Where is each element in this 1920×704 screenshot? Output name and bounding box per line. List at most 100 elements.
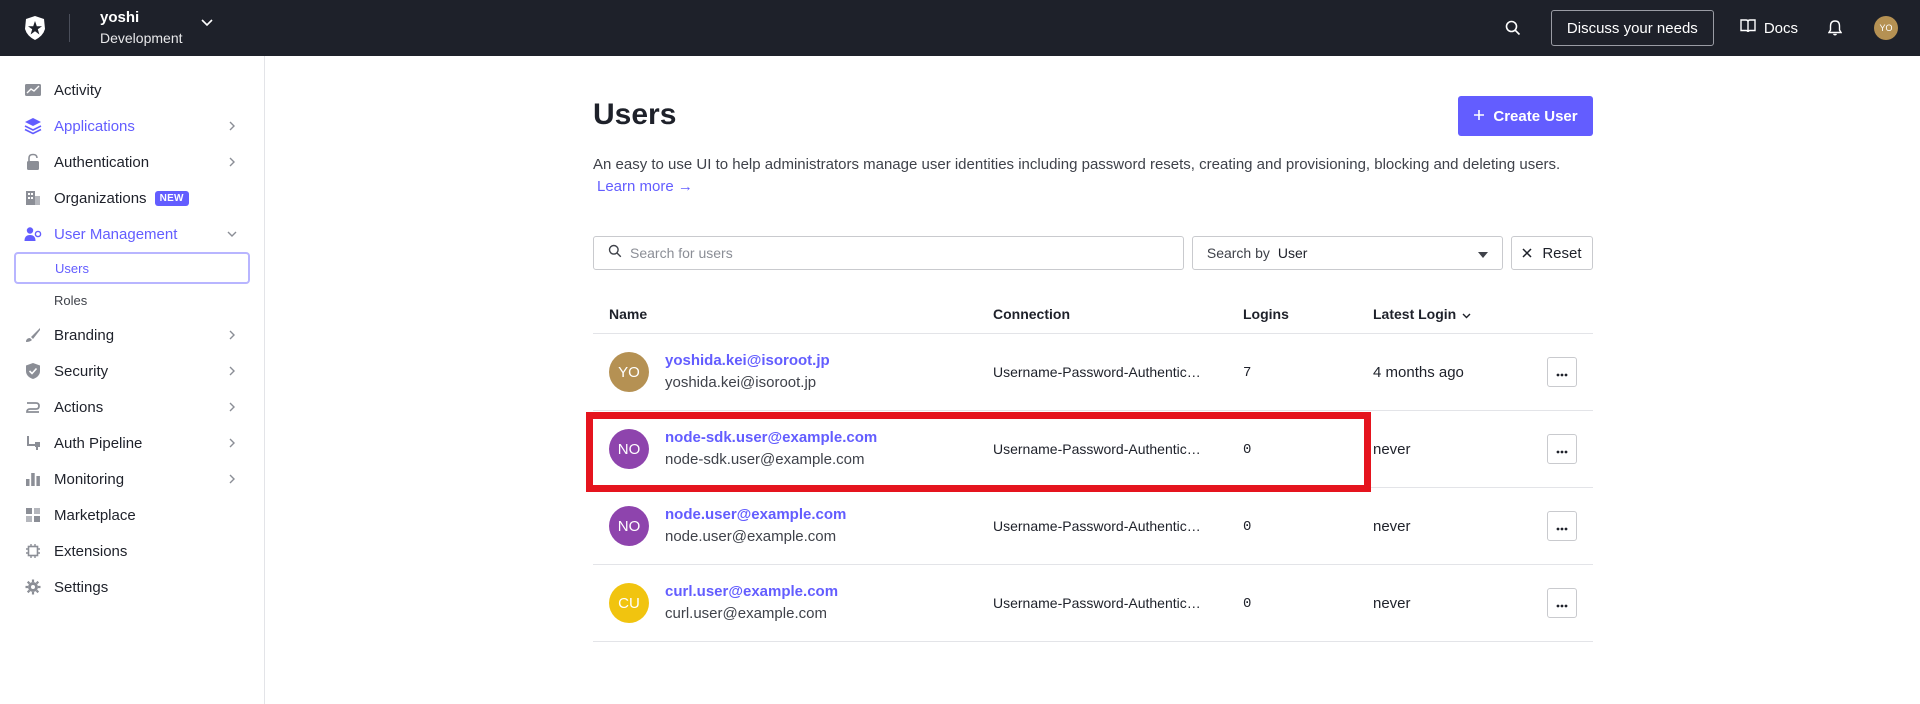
user-email-link[interactable]: node.user@example.com bbox=[665, 504, 846, 526]
caret-down-icon bbox=[1477, 245, 1488, 261]
header-logins: Logins bbox=[1243, 305, 1289, 322]
user-email-secondary: curl.user@example.com bbox=[665, 605, 827, 622]
chevron-right-icon bbox=[226, 329, 238, 341]
sidebar-item-organizations[interactable]: Organizations NEW bbox=[0, 180, 264, 216]
create-user-label: Create User bbox=[1493, 107, 1578, 125]
logins-cell: 0 bbox=[1243, 442, 1252, 458]
chevron-down-icon bbox=[226, 228, 238, 240]
chip-icon bbox=[24, 542, 42, 560]
marketplace-icon bbox=[24, 506, 42, 524]
search-by-select[interactable]: Search by User bbox=[1191, 236, 1503, 270]
table-row[interactable]: YO yoshida.kei@isoroot.jp yoshida.kei@is… bbox=[593, 334, 1593, 411]
page-description: An easy to use UI to help administrators… bbox=[593, 154, 1593, 198]
chevron-right-icon bbox=[226, 437, 238, 449]
users-table: Name Connection Logins Latest Login YO y… bbox=[593, 294, 1593, 642]
user-email-link[interactable]: yoshida.kei@isoroot.jp bbox=[665, 350, 830, 372]
close-icon bbox=[1522, 245, 1532, 262]
latest-login-cell: never bbox=[1373, 517, 1411, 535]
search-box bbox=[593, 236, 1184, 270]
user-email-link[interactable]: curl.user@example.com bbox=[665, 581, 838, 603]
chevron-right-icon bbox=[226, 473, 238, 485]
organizations-icon bbox=[24, 189, 42, 207]
activity-icon bbox=[24, 81, 42, 99]
sidebar-item-monitoring[interactable]: Monitoring bbox=[0, 461, 264, 497]
docs-link[interactable]: Docs bbox=[1740, 19, 1798, 37]
sidebar-item-marketplace[interactable]: Marketplace bbox=[0, 497, 264, 533]
sidebar-subitem-roles[interactable]: Roles bbox=[0, 284, 264, 317]
search-by-label: Search by bbox=[1206, 245, 1270, 261]
more-horizontal-icon bbox=[1556, 364, 1568, 380]
user-email-link[interactable]: node-sdk.user@example.com bbox=[665, 427, 877, 449]
reset-label: Reset bbox=[1542, 244, 1582, 262]
brush-icon bbox=[24, 326, 42, 344]
sidebar-subitem-users[interactable]: Users bbox=[14, 252, 250, 284]
bell-icon[interactable] bbox=[1828, 20, 1842, 36]
chevron-down-icon bbox=[1462, 306, 1471, 322]
plus-icon bbox=[1473, 108, 1485, 125]
tenant-selector[interactable]: yoshi Development bbox=[70, 8, 213, 48]
search-users-input[interactable] bbox=[630, 245, 1170, 261]
sidebar-item-authentication[interactable]: Authentication bbox=[0, 144, 264, 180]
row-actions-button[interactable] bbox=[1547, 511, 1577, 541]
header-latest-login[interactable]: Latest Login bbox=[1373, 306, 1533, 322]
sidebar-item-label: Monitoring bbox=[54, 470, 125, 488]
sidebar-item-label: Extensions bbox=[54, 542, 128, 560]
sidebar-item-branding[interactable]: Branding bbox=[0, 317, 264, 353]
search-icon bbox=[608, 244, 622, 263]
sidebar-item-label: Settings bbox=[54, 578, 109, 596]
applications-icon bbox=[24, 117, 42, 135]
user-management-icon bbox=[24, 225, 42, 243]
table-header: Name Connection Logins Latest Login bbox=[593, 294, 1593, 334]
connection-cell: Username-Password-Authentication bbox=[993, 518, 1208, 534]
chevron-right-icon bbox=[226, 156, 238, 168]
pipeline-icon bbox=[24, 434, 42, 452]
top-bar: yoshi Development Discuss your needs Doc… bbox=[0, 0, 1920, 56]
connection-cell: Username-Password-Authentication bbox=[993, 595, 1208, 611]
sidebar-item-actions[interactable]: Actions bbox=[0, 389, 264, 425]
avatar: YO bbox=[609, 352, 649, 392]
reset-button[interactable]: Reset bbox=[1510, 236, 1593, 270]
user-email-secondary: yoshida.kei@isoroot.jp bbox=[665, 374, 817, 391]
connection-cell: Username-Password-Authentication bbox=[993, 441, 1208, 457]
sidebar-item-settings[interactable]: Settings bbox=[0, 569, 264, 605]
sidebar-item-user-management[interactable]: User Management bbox=[0, 216, 264, 252]
sidebar-item-label: Marketplace bbox=[54, 506, 136, 524]
header-connection: Connection bbox=[993, 305, 1070, 322]
tenant-name: yoshi bbox=[100, 9, 140, 26]
user-avatar[interactable]: YO bbox=[1874, 16, 1898, 40]
connection-cell: Username-Password-Authentication bbox=[993, 364, 1208, 380]
header-latest-login-label: Latest Login bbox=[1373, 305, 1457, 322]
sidebar-item-label: Activity bbox=[54, 81, 102, 99]
shield-icon bbox=[24, 362, 42, 380]
latest-login-cell: never bbox=[1373, 440, 1411, 458]
more-horizontal-icon bbox=[1556, 595, 1568, 611]
search-by-value: User bbox=[1277, 245, 1308, 261]
actions-icon bbox=[24, 398, 42, 416]
row-actions-button[interactable] bbox=[1547, 357, 1577, 387]
row-actions-button[interactable] bbox=[1547, 434, 1577, 464]
auth0-logo-icon[interactable] bbox=[21, 14, 49, 42]
avatar: NO bbox=[609, 429, 649, 469]
create-user-button[interactable]: Create User bbox=[1458, 96, 1593, 136]
chevron-right-icon bbox=[226, 365, 238, 377]
book-icon bbox=[1740, 19, 1756, 37]
sidebar-item-security[interactable]: Security bbox=[0, 353, 264, 389]
discuss-needs-button[interactable]: Discuss your needs bbox=[1550, 10, 1714, 46]
sidebar-item-activity[interactable]: Activity bbox=[0, 72, 264, 108]
bar-chart-icon bbox=[24, 470, 42, 488]
table-row[interactable]: NO node-sdk.user@example.com node-sdk.us… bbox=[593, 411, 1593, 488]
sidebar-item-label: Branding bbox=[54, 326, 115, 344]
sidebar: Activity Applications Authentication Org… bbox=[0, 56, 265, 704]
sidebar-item-label: Applications bbox=[54, 117, 135, 135]
sidebar-item-applications[interactable]: Applications bbox=[0, 108, 264, 144]
lock-icon bbox=[24, 153, 42, 171]
more-horizontal-icon bbox=[1556, 441, 1568, 457]
table-row[interactable]: NO node.user@example.com node.user@examp… bbox=[593, 488, 1593, 565]
table-row[interactable]: CU curl.user@example.com curl.user@examp… bbox=[593, 565, 1593, 642]
avatar: CU bbox=[609, 583, 649, 623]
sidebar-item-auth-pipeline[interactable]: Auth Pipeline bbox=[0, 425, 264, 461]
search-icon[interactable] bbox=[1501, 16, 1525, 40]
row-actions-button[interactable] bbox=[1547, 588, 1577, 618]
sidebar-item-extensions[interactable]: Extensions bbox=[0, 533, 264, 569]
learn-more-link[interactable]: Learn more → bbox=[597, 178, 693, 195]
